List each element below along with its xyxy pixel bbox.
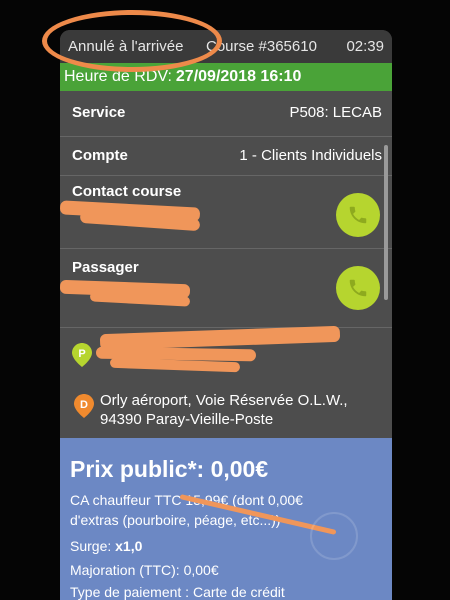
dropoff-address: Orly aéroport, Voie Réservée O.L.W., 943… — [100, 391, 348, 429]
account-value: 1 - Clients Individuels — [239, 147, 382, 164]
account-row: Compte 1 - Clients Individuels — [60, 147, 392, 169]
surge-value: x1,0 — [115, 538, 143, 554]
surge-line: Surge: x1,0 — [70, 536, 142, 556]
call-passenger-button[interactable] — [336, 266, 380, 310]
pickup-marker-letter: P — [78, 348, 85, 360]
scrollbar[interactable] — [384, 145, 388, 300]
price-title: Prix public*: 0,00€ — [70, 456, 269, 482]
service-value: P508: LECAB — [289, 104, 382, 121]
dropoff-line1: Orly aéroport, Voie Réservée O.L.W., — [100, 392, 348, 409]
floating-button[interactable] — [310, 512, 358, 560]
phone-icon — [349, 279, 367, 297]
service-row: Service P508: LECAB — [60, 104, 392, 126]
divider — [60, 175, 392, 176]
divider — [60, 136, 392, 137]
surge-label: Surge: — [70, 538, 112, 554]
course-number: Course #365610 — [206, 38, 317, 55]
phone-icon — [349, 206, 367, 224]
contact-label: Contact course — [72, 183, 182, 200]
clock: 02:39 — [346, 38, 384, 55]
call-contact-button[interactable] — [336, 193, 380, 237]
dropoff-marker-letter: D — [80, 399, 88, 411]
dropoff-line2: 94390 Paray-Vieille-Poste — [100, 411, 274, 428]
map-pin-icon: P — [72, 343, 92, 367]
passenger-label: Passager — [72, 259, 139, 276]
rdv-datetime: 27/09/2018 16:10 — [175, 68, 302, 85]
majoration-line: Majoration (TTC): 0,00€ — [70, 562, 219, 578]
divider — [60, 327, 392, 328]
account-label: Compte — [72, 147, 128, 164]
annotation-circle — [42, 10, 222, 72]
map-pin-icon: D — [74, 394, 94, 418]
phone-frame: Annulé à l'arrivée Course #365610 02:39 … — [0, 0, 450, 600]
app-screen: Annulé à l'arrivée Course #365610 02:39 … — [60, 30, 392, 600]
service-label: Service — [72, 104, 126, 121]
divider — [60, 248, 392, 249]
payment-line: Type de paiement : Carte de crédit — [70, 584, 285, 600]
